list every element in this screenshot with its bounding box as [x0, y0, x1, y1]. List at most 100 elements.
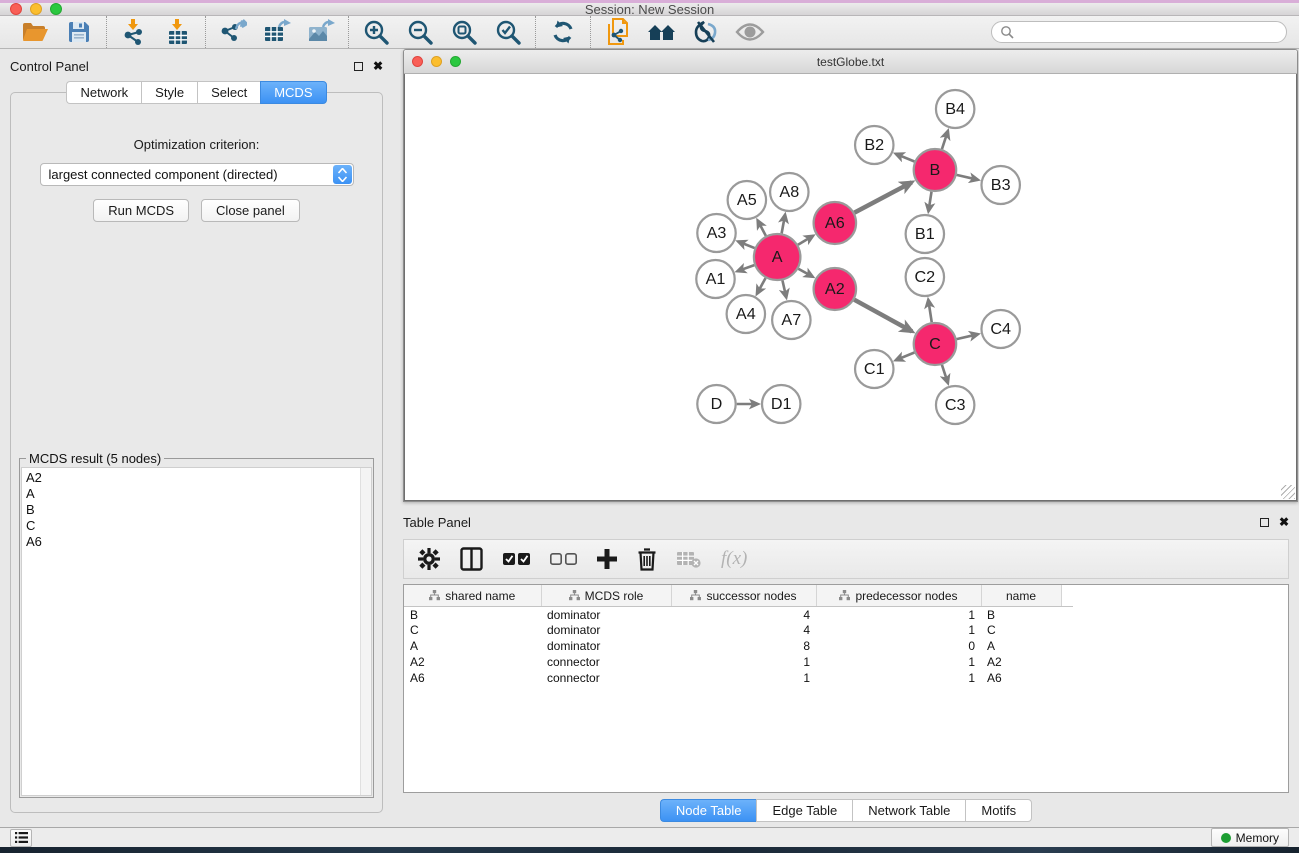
table-cell[interactable]: dominator [541, 638, 671, 654]
graph-edge[interactable] [782, 281, 786, 298]
graph-edge[interactable] [798, 269, 812, 277]
zoom-out-icon[interactable] [405, 17, 435, 47]
graph-node-B[interactable]: B [914, 149, 956, 191]
column-header[interactable]: name [981, 585, 1061, 606]
column-header[interactable]: shared name [404, 585, 541, 606]
tab-motifs[interactable]: Motifs [965, 799, 1032, 822]
column-header[interactable]: successor nodes [671, 585, 816, 606]
task-history-button[interactable] [10, 829, 32, 847]
table-row[interactable]: Adominator80A [404, 638, 1073, 654]
node-table[interactable]: shared nameMCDS rolesuccessor nodesprede… [403, 584, 1289, 793]
table-cell[interactable]: 1 [671, 670, 816, 686]
close-panel-button[interactable]: Close panel [201, 199, 300, 222]
graph-node-D[interactable]: D [697, 385, 735, 423]
graph-edge[interactable] [942, 365, 948, 383]
tab-edge-table[interactable]: Edge Table [756, 799, 852, 822]
graph-node-B4[interactable]: B4 [936, 90, 974, 128]
table-row[interactable]: Bdominator41B [404, 606, 1073, 622]
save-icon[interactable] [64, 17, 94, 47]
delete-column-trash-icon[interactable] [637, 548, 657, 571]
tab-node-table[interactable]: Node Table [660, 799, 757, 822]
zoom-selected-icon[interactable] [493, 17, 523, 47]
graph-node-A7[interactable]: A7 [772, 301, 810, 339]
table-cell[interactable]: 4 [671, 622, 816, 638]
table-row[interactable]: A2connector11A2 [404, 654, 1073, 670]
graph-node-B2[interactable]: B2 [855, 126, 893, 164]
network-graph[interactable]: AA6A2BCA1A3A4A5A7A8B1B2B3B4C1C2C3C4DD1 [405, 74, 1296, 500]
graph-edge[interactable] [928, 300, 931, 323]
eye-disabled-icon[interactable] [735, 17, 765, 47]
tab-network[interactable]: Network [66, 81, 141, 104]
export-image-icon[interactable] [306, 17, 336, 47]
table-cell[interactable]: C [981, 622, 1061, 638]
search-input[interactable] [1014, 25, 1278, 39]
table-cell[interactable]: A6 [404, 670, 541, 686]
refresh-icon[interactable] [548, 17, 578, 47]
graph-edge[interactable] [957, 335, 978, 340]
graph-node-A2[interactable]: A2 [814, 268, 856, 310]
graph-node-D1[interactable]: D1 [762, 385, 800, 423]
table-cell[interactable]: 1 [816, 654, 981, 670]
home-browser-icon[interactable] [647, 17, 677, 47]
table-cell[interactable]: 1 [816, 622, 981, 638]
criterion-select[interactable]: largest connected component (directed) [40, 163, 354, 186]
graph-edge[interactable] [757, 278, 766, 294]
graph-node-A3[interactable]: A3 [697, 214, 735, 252]
result-list-item[interactable]: C [26, 518, 356, 534]
table-cell[interactable]: B [404, 606, 541, 622]
table-cell[interactable]: 1 [816, 606, 981, 622]
mcds-result-list[interactable]: A2ABCA6 [21, 467, 372, 796]
search-field[interactable] [991, 21, 1287, 43]
table-row[interactable]: A6connector11A6 [404, 670, 1073, 686]
export-network-icon[interactable] [218, 17, 248, 47]
graph-node-B1[interactable]: B1 [906, 215, 944, 253]
result-list-item[interactable]: A6 [26, 534, 356, 550]
table-cell[interactable]: A [981, 638, 1061, 654]
zoom-in-icon[interactable] [361, 17, 391, 47]
select-all-checkboxes-icon[interactable] [503, 552, 530, 566]
graph-edge[interactable] [782, 215, 785, 234]
tab-style[interactable]: Style [141, 81, 197, 104]
close-panel-icon[interactable]: ✖ [373, 62, 383, 71]
float-panel-icon[interactable] [1260, 518, 1269, 527]
table-cell[interactable]: 1 [816, 670, 981, 686]
table-cell[interactable]: A2 [404, 654, 541, 670]
graph-edge[interactable] [854, 183, 911, 213]
graph-edge[interactable] [854, 300, 912, 332]
table-cell[interactable]: A6 [981, 670, 1061, 686]
network-window-titlebar[interactable]: testGlobe.txt [404, 50, 1297, 74]
graph-node-B3[interactable]: B3 [981, 166, 1019, 204]
table-cell[interactable]: A2 [981, 654, 1061, 670]
import-table-icon[interactable] [163, 17, 193, 47]
table-cell[interactable]: dominator [541, 606, 671, 622]
graph-node-A4[interactable]: A4 [727, 295, 765, 333]
graph-edge[interactable] [942, 131, 948, 149]
float-panel-icon[interactable] [354, 62, 363, 71]
table-cell[interactable]: B [981, 606, 1061, 622]
result-list-item[interactable]: A2 [26, 470, 356, 486]
import-network-icon[interactable] [119, 17, 149, 47]
table-cell[interactable]: 1 [671, 654, 816, 670]
graph-node-A5[interactable]: A5 [728, 181, 766, 219]
gear-icon[interactable] [418, 548, 440, 570]
graph-node-A[interactable]: A [754, 234, 801, 280]
table-cell[interactable]: connector [541, 654, 671, 670]
resize-grip-icon[interactable] [1281, 485, 1295, 499]
result-list-item[interactable]: B [26, 502, 356, 518]
tab-select[interactable]: Select [197, 81, 260, 104]
graph-node-C3[interactable]: C3 [936, 386, 974, 424]
table-cell[interactable]: connector [541, 670, 671, 686]
graph-node-A6[interactable]: A6 [814, 202, 856, 244]
clone-network-document-icon[interactable] [603, 17, 633, 47]
column-header[interactable]: predecessor nodes [816, 585, 981, 606]
export-table-icon[interactable] [262, 17, 292, 47]
result-scrollbar[interactable] [360, 468, 371, 795]
column-header[interactable]: MCDS role [541, 585, 671, 606]
tab-network-table[interactable]: Network Table [852, 799, 965, 822]
graph-node-C4[interactable]: C4 [981, 310, 1019, 348]
graph-edge[interactable] [957, 175, 978, 180]
table-cell[interactable]: 4 [671, 606, 816, 622]
graph-edge[interactable] [758, 221, 766, 236]
graph-node-A1[interactable]: A1 [696, 260, 734, 298]
graph-node-C2[interactable]: C2 [906, 258, 944, 296]
